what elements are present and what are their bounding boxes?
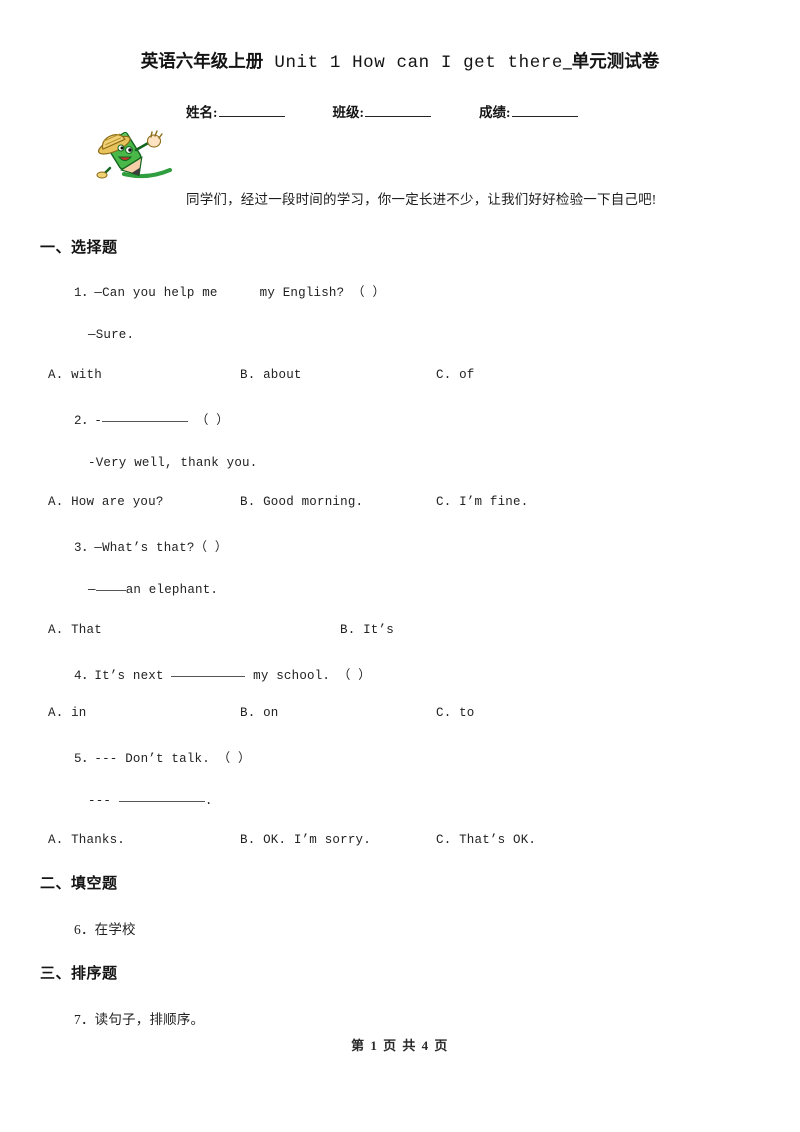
page-footer: 第 1 页 共 4 页 [351,1038,449,1053]
question-1-answer-line: —Sure. [88,328,135,342]
question-6-stem: 6．在学校 [74,922,136,937]
question-5-answer-line: --- . [88,794,213,808]
question-3-gap[interactable] [95,590,126,591]
question-5-answer-tail: . [204,794,213,808]
question-2-stem: 2．- （ ） [74,409,229,428]
question-2-gap[interactable] [102,421,189,422]
question-4-gap[interactable] [171,676,246,677]
question-2-option-b[interactable]: B. Good morning. [240,495,363,509]
question-1-stem-tail: my English? （ ） [259,286,386,300]
question-4-option-b[interactable]: B. on [240,706,279,720]
question-4-option-c[interactable]: C. to [436,706,475,720]
question-5-option-b[interactable]: B. OK. I’m sorry. [240,833,371,847]
class-field[interactable]: 班级: [332,101,431,121]
question-2-answer-line: -Very well, thank you. [88,456,258,470]
question-2-stem-prefix: 2．- [74,414,103,428]
section-heading-choice: 一、选择题 [40,240,118,256]
question-5-answer-prefix: --- [88,794,119,808]
question-3-option-a[interactable]: A. That [48,623,102,637]
class-blank[interactable] [365,104,431,117]
name-blank[interactable] [218,104,285,117]
question-1-stem: 1．—Can you help me my English? （ ） [74,281,385,300]
question-1-option-b[interactable]: B. about [240,368,302,382]
question-4-stem: 4．It’s next my school. （ ） [74,664,371,683]
question-3-answer-line: — an elephant. [88,583,218,597]
class-label: 班级: [332,105,365,120]
question-1-stem-text: 1．—Can you help me [74,286,218,300]
score-blank[interactable] [511,104,578,117]
question-1-option-a[interactable]: A. with [48,368,102,382]
page-title-en: Unit 1 How can I get there [263,53,563,73]
section-heading-ordering: 三、排序题 [40,966,118,982]
exam-paper-page: 英语六年级上册 Unit 1 How can I get there_单元测试卷… [0,0,800,1132]
page-title-cn-suffix: _单元测试卷 [563,51,660,71]
question-2-option-a[interactable]: A. How are you? [48,495,164,509]
question-5-gap[interactable] [118,801,205,802]
question-4-option-a[interactable]: A. in [48,706,87,720]
green-pencil-mascot-icon [84,126,188,182]
question-3-answer-prefix: — [88,583,96,597]
score-label: 成绩: [479,105,511,120]
question-2-option-c[interactable]: C. I’m fine. [436,495,528,509]
question-4-stem-prefix: 4．It’s next [74,669,172,683]
section-heading-fill-blank: 二、填空题 [40,876,118,892]
question-5-option-a[interactable]: A. Thanks. [48,833,125,847]
question-1-option-c[interactable]: C. of [436,368,475,382]
question-2-stem-tail: （ ） [195,414,229,428]
question-4-stem-tail: my school. （ ） [245,669,371,683]
question-3-answer-tail: an elephant. [125,583,219,597]
greeting-text: 同学们，经过一段时间的学习，你一定长进不少，让我们好好检验一下自己吧! [186,192,657,207]
question-5-option-c[interactable]: C. That’s OK. [436,833,536,847]
score-field[interactable]: 成绩: [479,101,578,121]
name-label: 姓名: [186,105,218,120]
student-info-row: 姓名: 班级: 成绩: [186,101,578,121]
question-3-option-b[interactable]: B. It’s [340,623,394,637]
name-field[interactable]: 姓名: [186,101,285,121]
question-7-stem: 7．读句子，排顺序。 [74,1012,205,1027]
question-5-stem: 5．--- Don’t talk. （ ） [74,752,251,766]
question-3-stem: 3．—What’s that?（ ） [74,541,228,555]
page-title-cn-prefix: 英语六年级上册 [140,51,264,71]
page-title: 英语六年级上册 Unit 1 How can I get there_单元测试卷 [0,48,800,73]
